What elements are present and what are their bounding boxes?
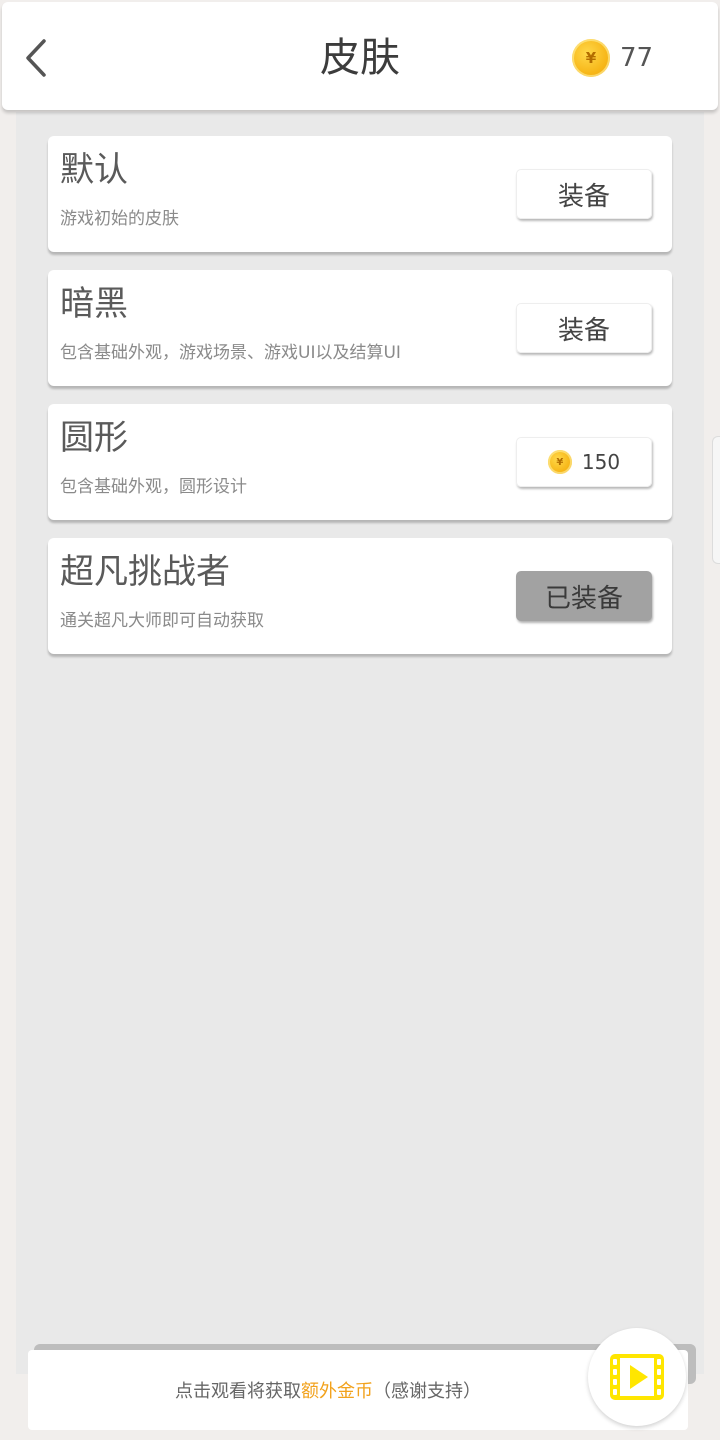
coin-icon: ¥ [572,39,610,77]
side-drawer-handle[interactable] [712,436,720,564]
coin-balance-value: 77 [620,43,654,73]
skin-name: 超凡挑战者 [60,552,230,592]
price-value: 150 [581,450,621,474]
equip-button[interactable]: 装备 [516,169,652,219]
buy-button[interactable]: ¥ 150 [516,437,652,487]
top-bar: 皮肤 ¥ 77 [2,2,718,110]
skin-card-circle: 圆形 包含基础外观，圆形设计 ¥ 150 [48,404,672,520]
skin-name: 默认 [60,150,128,190]
skin-name: 暗黑 [60,284,128,324]
skin-card-dark: 暗黑 包含基础外观，游戏场景、游戏UI以及结算UI 装备 [48,270,672,386]
banner-text-suffix: （感谢支持） [373,1381,481,1402]
coin-balance: ¥ 77 [572,38,653,78]
skin-description: 包含基础外观，游戏场景、游戏UI以及结算UI [60,343,401,363]
banner-text-highlight: 额外金币 [301,1381,373,1402]
watch-video-button[interactable] [588,1328,686,1426]
equip-button[interactable]: 装备 [516,303,652,353]
skin-name: 圆形 [60,418,128,458]
skin-description: 游戏初始的皮肤 [60,209,179,229]
coin-icon: ¥ [547,450,572,474]
skin-card-default: 默认 游戏初始的皮肤 装备 [48,136,672,252]
skin-description: 通关超凡大师即可自动获取 [60,611,264,631]
skin-description: 包含基础外观，圆形设计 [60,477,247,497]
video-film-icon [610,1354,664,1400]
equipped-button[interactable]: 已装备 [516,571,652,621]
skin-card-challenger: 超凡挑战者 通关超凡大师即可自动获取 已装备 [48,538,672,654]
banner-text-prefix: 点击观看将获取 [175,1381,301,1402]
